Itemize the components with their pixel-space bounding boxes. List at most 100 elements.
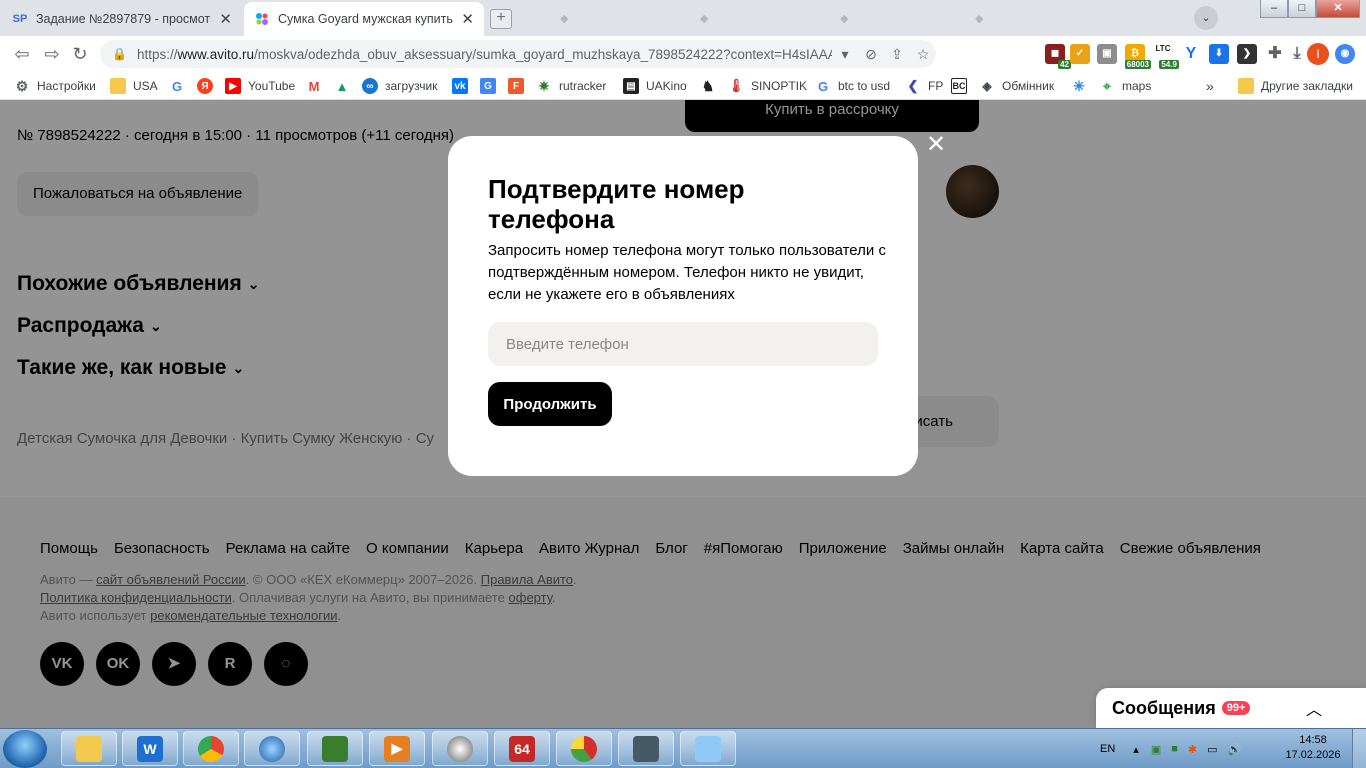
chevron-up-icon[interactable]: ︿ bbox=[1306, 696, 1322, 720]
tab-zadanie[interactable]: SP Задание №2897879 - просмотр з ✕ bbox=[2, 2, 242, 36]
taskbar-aida64[interactable]: 64 bbox=[494, 731, 550, 766]
show-desktop-button[interactable] bbox=[1352, 729, 1366, 768]
volume-icon[interactable]: 🔊 bbox=[1228, 743, 1242, 756]
tab-search-chevron-icon[interactable]: ⌄ bbox=[1194, 6, 1218, 30]
extension-briefcase-icon[interactable]: ▣ bbox=[1097, 44, 1117, 64]
bookmark-maps[interactable]: ⌖ maps bbox=[1099, 77, 1151, 95]
bookmark-usa[interactable]: USA bbox=[110, 77, 158, 95]
extensions-puzzle-icon[interactable]: ✚ bbox=[1265, 44, 1285, 64]
background-tab[interactable]: ◆ bbox=[560, 8, 660, 28]
tray-monitor-icon[interactable]: ▭ bbox=[1207, 743, 1217, 756]
language-indicator[interactable]: EN bbox=[1100, 743, 1115, 755]
close-icon[interactable]: ✕ bbox=[926, 133, 946, 157]
share-icon[interactable]: ⇪ bbox=[884, 46, 910, 63]
bookmark-loader[interactable]: ∞ загрузчик bbox=[362, 77, 437, 95]
clock-icon bbox=[447, 735, 473, 762]
close-tab-icon[interactable]: ✕ bbox=[461, 10, 474, 28]
other-bookmarks[interactable]: Другие закладки bbox=[1238, 77, 1353, 95]
back-button[interactable]: ⇦ bbox=[10, 42, 34, 66]
bookmark-exchange[interactable]: ◈ Обмінник bbox=[979, 77, 1054, 95]
bookmark-rutracker[interactable]: ✷ rutracker bbox=[536, 77, 606, 95]
bookmark-yandex[interactable]: Я bbox=[197, 77, 220, 95]
taskbar-explorer[interactable] bbox=[61, 731, 117, 766]
continue-button[interactable]: Продолжить bbox=[488, 382, 612, 426]
close-tab-icon[interactable]: ✕ bbox=[219, 10, 232, 28]
taskbar-browser[interactable] bbox=[244, 731, 300, 766]
bookmarks-more-button[interactable]: » bbox=[1206, 77, 1214, 95]
taskbar-media-player[interactable]: ▶ bbox=[369, 731, 425, 766]
bookmark-label: rutracker bbox=[559, 79, 607, 93]
bookmark-label: загрузчик bbox=[385, 79, 438, 93]
start-button[interactable] bbox=[3, 730, 47, 768]
tray-arrow-icon[interactable]: ▴ bbox=[1133, 743, 1139, 756]
tray-app-icon[interactable]: ✱ bbox=[1188, 743, 1197, 756]
bookmark-fp[interactable]: ❮ FP bbox=[905, 77, 944, 95]
bookmark-gmail[interactable]: M bbox=[306, 77, 329, 95]
taskbar-terminal-app[interactable] bbox=[618, 731, 674, 766]
bookmark-google[interactable]: G bbox=[169, 77, 192, 95]
background-tab[interactable]: ◆ bbox=[840, 8, 940, 28]
tab-avito[interactable]: Сумка Goyard мужская купить в М ✕ bbox=[244, 2, 484, 36]
address-bar[interactable]: 🔒 https://www.avito.ru/moskva/odezhda_ob… bbox=[100, 40, 936, 68]
chrome-icon bbox=[198, 735, 224, 762]
background-tab[interactable]: ◆ bbox=[700, 8, 800, 28]
bookmark-btc-to-usd[interactable]: Gbtc to usd bbox=[815, 77, 890, 95]
phone-confirm-modal: Подтвердите номер телефона Запросить ном… bbox=[448, 136, 918, 476]
downloads-icon[interactable]: ⤓ bbox=[1287, 44, 1307, 64]
folder-icon bbox=[76, 735, 102, 762]
tab-strip: SP Задание №2897879 - просмотр з ✕ Сумка… bbox=[0, 0, 1366, 36]
bookmark-translate[interactable]: G bbox=[480, 77, 503, 95]
google-icon: G bbox=[171, 78, 183, 94]
blocked-icon[interactable]: ⊘ bbox=[858, 46, 884, 63]
forward-button[interactable]: ⇨ bbox=[40, 42, 64, 66]
tab-title: Сумка Goyard мужская купить в М bbox=[278, 12, 453, 26]
notes-icon bbox=[695, 735, 721, 762]
taskbar-clock-app[interactable] bbox=[432, 731, 488, 766]
bookmark-bc[interactable]: BC bbox=[951, 77, 974, 95]
extension-ltc-icon[interactable]: LTC 54.9 bbox=[1153, 44, 1179, 69]
extension-globe-icon[interactable]: ◉ bbox=[1335, 44, 1355, 64]
messages-widget[interactable]: Сообщения 99+ ︿ bbox=[1096, 688, 1366, 728]
profile-avatar[interactable]: I bbox=[1307, 43, 1329, 65]
phone-input[interactable] bbox=[488, 322, 878, 366]
tab-ghost-icon: ◆ bbox=[700, 12, 709, 25]
url-dropdown-icon[interactable]: ▾ bbox=[832, 46, 858, 63]
bookmark-chess[interactable]: ♞ bbox=[700, 77, 723, 95]
extension-arrow-icon[interactable]: ❯ bbox=[1237, 44, 1257, 64]
background-tab[interactable]: ◆ bbox=[975, 8, 1075, 28]
bookmark-uakino[interactable]: ▤ UAKino bbox=[623, 77, 687, 95]
taskbar-notes-app[interactable] bbox=[680, 731, 736, 766]
sp-favicon-icon: SP bbox=[12, 13, 28, 25]
extension-download-icon[interactable]: ⬇ bbox=[1209, 44, 1229, 64]
bookmark-youtube[interactable]: ▶ YouTube bbox=[225, 77, 295, 95]
reload-button[interactable]: ↻ bbox=[68, 42, 92, 66]
bookmark-snowflake[interactable]: ✳ bbox=[1071, 77, 1094, 95]
bookmark-vk[interactable]: vk bbox=[452, 77, 475, 95]
maximize-button[interactable]: □ bbox=[1288, 0, 1316, 18]
google-icon: G bbox=[817, 78, 829, 94]
bookmark-sinoptik[interactable]: 🌡 SINOPTIK bbox=[728, 77, 807, 95]
gmail-icon: M bbox=[308, 78, 320, 94]
extension-shield-icon[interactable]: ◼ 42 bbox=[1045, 44, 1071, 69]
extension-badge-icon[interactable]: ✓ bbox=[1070, 44, 1090, 64]
extension-v-icon[interactable]: Y bbox=[1181, 44, 1201, 64]
minimize-button[interactable]: – bbox=[1260, 0, 1288, 18]
bookmark-star-icon[interactable]: ☆ bbox=[910, 46, 936, 63]
tray-network-icon[interactable]: ▣ bbox=[1151, 743, 1161, 756]
extension-bitcoin-icon[interactable]: ₿ 68003 bbox=[1124, 44, 1151, 69]
taskbar-chart-app[interactable] bbox=[556, 731, 612, 766]
play-icon: ▶ bbox=[384, 735, 410, 762]
bookmark-f[interactable]: F bbox=[508, 77, 531, 95]
bookmark-drive[interactable]: ▲ bbox=[334, 77, 357, 95]
tab-ghost-icon: ◆ bbox=[560, 12, 569, 25]
avito-page: Купить в рассрочку № 7898524222 · сегодн… bbox=[0, 100, 1366, 728]
taskbar-chrome[interactable] bbox=[183, 731, 239, 766]
window-close-button[interactable]: ✕ bbox=[1316, 0, 1360, 18]
taskbar-clock[interactable]: 14:58 17.02.2026 bbox=[1285, 733, 1341, 763]
new-tab-button[interactable]: + bbox=[490, 9, 512, 29]
bookmark-settings[interactable]: ⚙ Настройки bbox=[14, 77, 96, 95]
taskbar-gpu-tool[interactable] bbox=[307, 731, 363, 766]
taskbar-shield-app[interactable]: W bbox=[122, 731, 178, 766]
lock-icon: 🔒 bbox=[112, 47, 127, 61]
tray-gpu-icon[interactable]: ■ bbox=[1171, 743, 1178, 755]
